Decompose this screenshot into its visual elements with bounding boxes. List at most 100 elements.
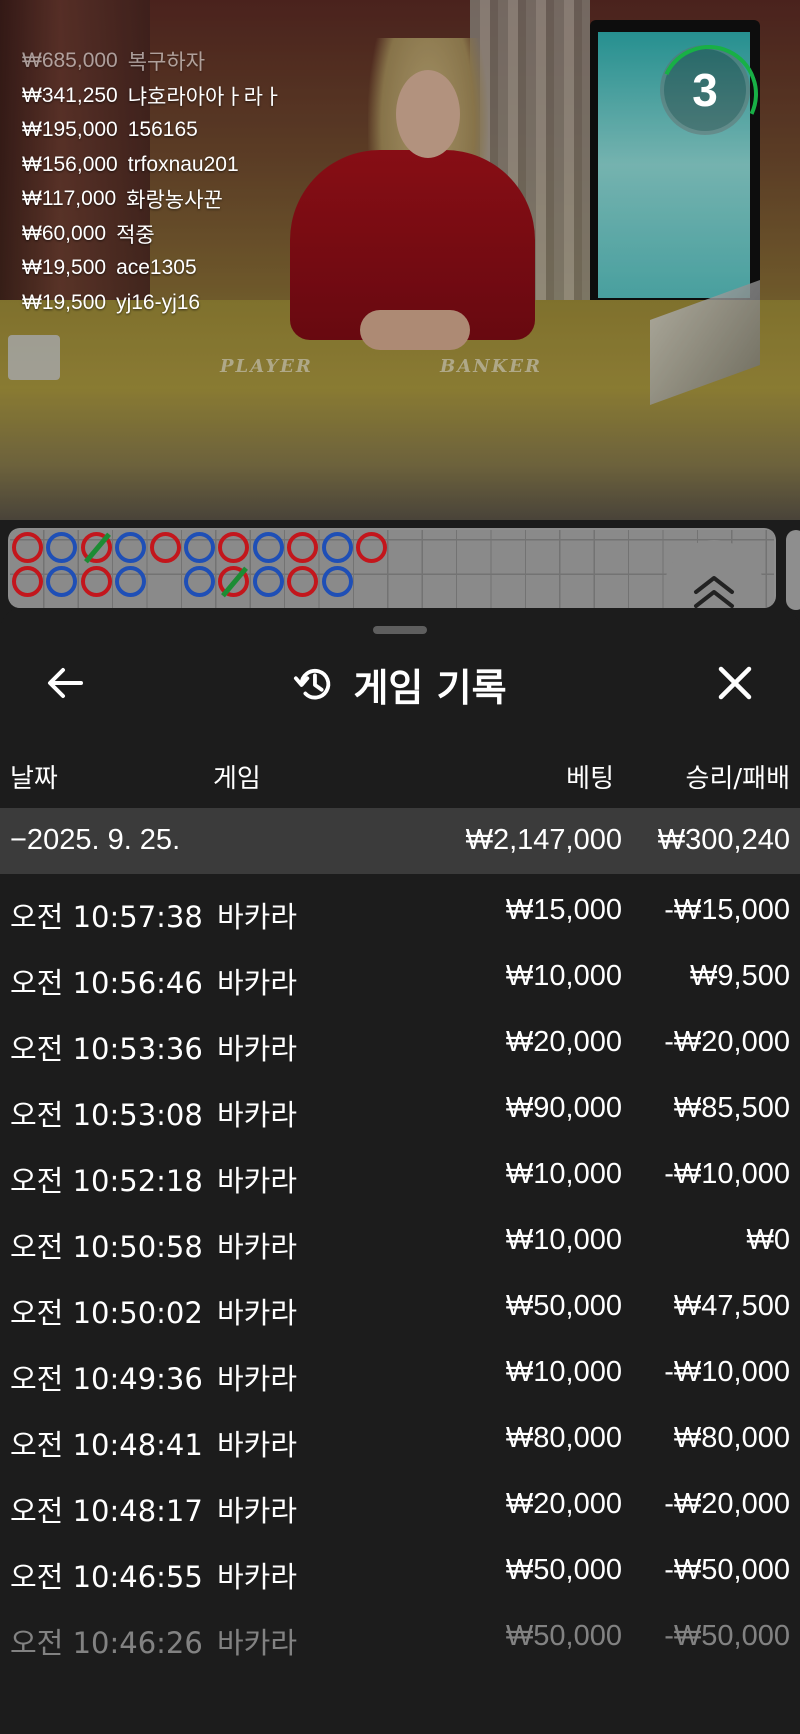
banker-bead <box>80 566 112 598</box>
history-rows: 오전 10:57:38 바카라 ₩15,000 -₩15,000 오전 10:56:4… <box>0 876 800 1668</box>
winner-item: ₩341,250 냐호라아아ㅏ라ㅏ <box>22 79 282 114</box>
history-row[interactable]: 오전 10:50:02 바카라 ₩50,000 ₩47,500 <box>0 1272 800 1338</box>
close-button[interactable] <box>710 658 760 708</box>
winner-name: 156165 <box>127 118 198 142</box>
history-row[interactable]: 오전 10:48:17 바카라 ₩20,000 -₩20,000 <box>0 1470 800 1536</box>
row-time: 오전 10:48:41 <box>10 1428 203 1462</box>
banker-bead <box>80 532 112 563</box>
date-group-row[interactable]: −2025. 9. 25. ₩2,147,000 ₩300,240 <box>0 808 800 874</box>
history-row[interactable]: 오전 10:52:18 바카라 ₩10,000 -₩10,000 <box>0 1140 800 1206</box>
winner-amount: ₩19,500 <box>22 256 107 280</box>
winner-item: ₩195,000 156165 <box>22 113 282 148</box>
row-result: -₩50,000 <box>664 1620 790 1652</box>
player-bead <box>321 566 353 598</box>
row-game: 바카라 <box>217 900 298 934</box>
row-bet: ₩10,000 <box>505 1158 622 1190</box>
player-bead <box>252 532 284 563</box>
history-row[interactable]: 오전 10:46:26 바카라 ₩50,000 -₩50,000 <box>0 1602 800 1668</box>
history-row[interactable]: 오전 10:49:36 바카라 ₩10,000 -₩10,000 <box>0 1338 800 1404</box>
winner-amount: ₩117,000 <box>22 187 117 211</box>
winner-item: ₩685,000 복구하자 <box>22 44 282 79</box>
column-header-game: 게임 <box>213 764 261 794</box>
date-group-label: −2025. 9. 25. <box>10 824 181 856</box>
table-label-player: PLAYER <box>220 356 313 377</box>
row-game: 바카라 <box>217 1494 298 1528</box>
winner-name: 적중 <box>116 223 155 247</box>
bead-road-map[interactable] <box>8 528 776 608</box>
winner-name: 복구하자 <box>127 51 206 75</box>
row-bet: ₩10,000 <box>505 1224 622 1256</box>
winner-item: ₩117,000 화랑농사꾼 <box>22 182 282 217</box>
banker-bead <box>149 532 181 563</box>
row-time: 오전 10:46:55 <box>10 1560 203 1594</box>
winner-name: 화랑농사꾼 <box>126 189 223 213</box>
row-time: 오전 10:56:46 <box>10 966 203 1000</box>
winner-amount: ₩60,000 <box>22 221 107 245</box>
banker-bead <box>12 532 43 563</box>
history-icon <box>294 668 331 700</box>
row-result: -₩20,000 <box>664 1488 790 1520</box>
row-bet: ₩20,000 <box>505 1026 622 1058</box>
history-row[interactable]: 오전 10:46:55 바카라 ₩50,000 -₩50,000 <box>0 1536 800 1602</box>
history-row[interactable]: 오전 10:48:41 바카라 ₩80,000 ₩80,000 <box>0 1404 800 1470</box>
winner-item: ₩19,500 yj16-yj16 <box>22 286 282 321</box>
row-game: 바카라 <box>217 1560 298 1594</box>
sheet-title: 게임 기록 <box>353 665 507 710</box>
row-game: 바카라 <box>217 1032 298 1066</box>
player-bead <box>252 566 284 598</box>
winner-amount: ₩156,000 <box>22 152 118 176</box>
history-row[interactable]: 오전 10:53:36 바카라 ₩20,000 -₩20,000 <box>0 1008 800 1074</box>
sheet-drag-handle[interactable] <box>373 626 427 634</box>
history-row[interactable]: 오전 10:57:38 바카라 ₩15,000 -₩15,000 <box>0 876 800 942</box>
column-header-bet: 베팅 <box>566 764 614 794</box>
row-time: 오전 10:50:58 <box>10 1230 203 1264</box>
row-bet: ₩80,000 <box>505 1422 622 1454</box>
column-header-date: 날짜 <box>10 764 58 794</box>
dealer-face <box>396 70 460 158</box>
row-game: 바카라 <box>217 1362 298 1396</box>
row-game: 바카라 <box>217 1098 298 1132</box>
row-result: ₩0 <box>746 1224 791 1256</box>
player-bead <box>184 532 215 563</box>
column-header-result: 승리/패배 <box>685 764 790 794</box>
winner-amount: ₩195,000 <box>22 118 118 142</box>
row-time: 오전 10:57:38 <box>10 900 203 934</box>
winner-name: yj16-yj16 <box>116 290 201 314</box>
secondary-road-map-edge[interactable] <box>786 530 800 610</box>
row-result: -₩10,000 <box>664 1158 790 1190</box>
row-game: 바카라 <box>217 1626 298 1660</box>
countdown-value: 3 <box>692 64 718 116</box>
row-time: 오전 10:53:36 <box>10 1032 203 1066</box>
history-row[interactable]: 오전 10:56:46 바카라 ₩10,000 ₩9,500 <box>0 942 800 1008</box>
history-row[interactable]: 오전 10:50:58 바카라 ₩10,000 ₩0 <box>0 1206 800 1272</box>
winner-name: 냐호라아아ㅏ라ㅏ <box>127 85 283 109</box>
row-bet: ₩50,000 <box>505 1290 622 1322</box>
table-label-banker: BANKER <box>440 356 542 377</box>
winner-item: ₩156,000 trfoxnau201 <box>22 148 282 183</box>
row-game: 바카라 <box>217 966 298 1000</box>
winner-name: trfoxnau201 <box>127 152 239 176</box>
row-result: ₩85,500 <box>673 1092 790 1124</box>
row-game: 바카라 <box>217 1296 298 1330</box>
row-bet: ₩90,000 <box>505 1092 622 1124</box>
winner-amount: ₩19,500 <box>22 290 107 314</box>
date-group-bet-total: ₩2,147,000 <box>465 824 622 856</box>
row-result: -₩15,000 <box>664 894 790 926</box>
round-countdown-timer: 3 <box>660 45 750 135</box>
row-result: -₩50,000 <box>664 1554 790 1586</box>
row-result: -₩10,000 <box>664 1356 790 1388</box>
player-bead <box>115 532 147 563</box>
double-chevron-up-icon <box>694 576 734 608</box>
winners-list: ₩685,000 복구하자 ₩341,250 냐호라아아ㅏ라ㅏ ₩195,000 15… <box>22 44 282 320</box>
card-tray <box>8 335 60 380</box>
row-time: 오전 10:48:17 <box>10 1494 203 1528</box>
row-time: 오전 10:46:26 <box>10 1626 203 1660</box>
row-bet: ₩10,000 <box>505 1356 622 1388</box>
row-result: ₩47,500 <box>673 1290 790 1322</box>
history-row[interactable]: 오전 10:53:08 바카라 ₩90,000 ₩85,500 <box>0 1074 800 1140</box>
winner-name: ace1305 <box>116 256 197 280</box>
row-time: 오전 10:49:36 <box>10 1362 203 1396</box>
row-time: 오전 10:52:18 <box>10 1164 203 1198</box>
row-bet: ₩50,000 <box>505 1554 622 1586</box>
row-bet: ₩15,000 <box>505 894 622 926</box>
